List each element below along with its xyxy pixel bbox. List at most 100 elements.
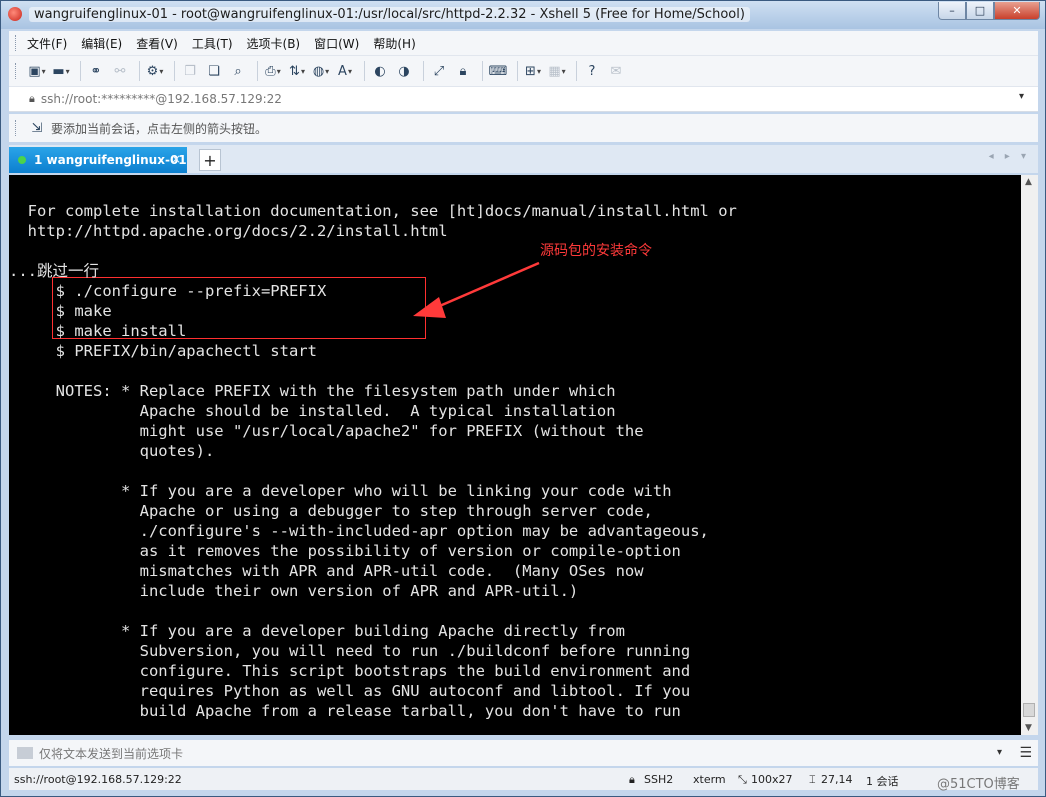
terminal-line: quotes). — [9, 442, 215, 460]
lock-icon: 🔒︎ — [629, 773, 635, 786]
menu-help[interactable]: 帮助(H) — [373, 35, 415, 52]
connect-icon[interactable]: ⚭ — [86, 61, 106, 81]
title-bar[interactable]: wangruifenglinux-01 - root@wangruifengli… — [1, 1, 1045, 29]
terminal-line: NOTES: * Replace PREFIX with the filesys… — [9, 382, 616, 400]
toolbar-separator — [517, 61, 518, 81]
arrow-icon[interactable]: ⇲ — [27, 118, 47, 138]
terminal[interactable]: 源码包的安装命令 For complete installation docum… — [9, 175, 1021, 735]
xftp-icon[interactable]: ◐ — [370, 61, 390, 81]
address-bar[interactable]: 🔒︎ ssh://root:*********@192.168.57.129:2… — [9, 87, 1038, 112]
help-icon[interactable]: ? — [582, 61, 602, 81]
terminal-line: $ make — [9, 302, 112, 320]
send-input[interactable]: 仅将文本发送到当前选项卡 — [39, 745, 183, 762]
tab-nav-icon[interactable]: ◂ ▸ ▾ — [989, 151, 1030, 162]
toolbar: ▣ ▬ ⚭ ⚯ ⚙ ❐ ❏ ⌕ ⎙ ⇅ ◍ A ◐ ◑ ⤢ 🔒︎ ⌨ ⊞ ▦ ?… — [9, 56, 1038, 87]
toolbar-separator — [257, 61, 258, 81]
lock-icon[interactable]: 🔒︎ — [453, 61, 473, 81]
toolbar-separator — [423, 61, 424, 81]
chevron-down-icon[interactable]: ▾ — [1019, 91, 1024, 102]
paste-icon[interactable]: ❏ — [204, 61, 224, 81]
status-cursor: 27,14 — [821, 773, 853, 786]
disconnect-icon[interactable]: ⚯ — [110, 61, 130, 81]
new-tab-button[interactable]: + — [199, 149, 221, 171]
resize-icon: ⤡ — [738, 773, 747, 786]
layout-icon[interactable]: ▦ — [547, 61, 567, 81]
status-connection: ssh://root@192.168.57.129:22 — [14, 773, 182, 786]
tab-label: 1 wangruifenglinux-01 — [34, 153, 187, 167]
menu-window[interactable]: 窗口(W) — [314, 35, 359, 52]
window-title: wangruifenglinux-01 - root@wangruifengli… — [29, 7, 750, 22]
scroll-up-icon[interactable]: ▲ — [1025, 177, 1032, 187]
fullscreen-icon[interactable]: ⤢ — [429, 61, 449, 81]
status-bar: ssh://root@192.168.57.129:22 🔒︎ SSH2 xte… — [9, 768, 1038, 792]
scroll-down-icon[interactable]: ▼ — [1025, 723, 1032, 733]
terminal-line: $ make install — [9, 322, 187, 340]
menu-tools[interactable]: 工具(T) — [192, 35, 233, 52]
xshell-window: wangruifenglinux-01 - root@wangruifengli… — [0, 0, 1046, 797]
hamburger-menu-icon[interactable]: ☰ — [1019, 745, 1032, 761]
status-protocol: SSH2 — [644, 773, 674, 786]
copy-icon[interactable]: ❐ — [180, 61, 200, 81]
toolbar-grip — [15, 63, 19, 79]
session-hint-bar: ⇲ 要添加当前会话，点击左侧的箭头按钮。 — [9, 114, 1038, 142]
new-session-icon[interactable]: ▣ — [27, 61, 47, 81]
terminal-line: Apache or using a debugger to step throu… — [9, 502, 653, 520]
print-icon[interactable]: ⎙ — [263, 61, 283, 81]
toolbar-separator — [174, 61, 175, 81]
terminal-line: Apache should be installed. A typical in… — [9, 402, 616, 420]
toolbar-separator — [364, 61, 365, 81]
terminal-line: requires Python as well as GNU autoconf … — [9, 682, 691, 700]
tab-close-icon[interactable]: × — [171, 152, 181, 166]
session-hint: 要添加当前会话，点击左侧的箭头按钮。 — [51, 121, 268, 136]
menu-edit[interactable]: 编辑(E) — [81, 35, 122, 52]
terminal-line: For complete installation documentation,… — [9, 202, 737, 220]
chat-icon[interactable]: ✉ — [606, 61, 626, 81]
lock-icon: 🔒︎ — [29, 92, 35, 105]
globe-icon[interactable]: ◍ — [311, 61, 331, 81]
status-sessions: 1 会话 — [866, 775, 899, 788]
terminal-line: as it removes the possibility of version… — [9, 542, 681, 560]
menu-view[interactable]: 查看(V) — [136, 35, 178, 52]
terminal-line: $ ./configure --prefix=PREFIX — [9, 282, 327, 300]
open-folder-icon[interactable]: ▬ — [51, 61, 71, 81]
watermark: @51CTO博客 — [937, 777, 1020, 792]
add-icon[interactable]: ⊞ — [523, 61, 543, 81]
menu-grip — [15, 35, 19, 51]
font-icon[interactable]: A — [335, 61, 355, 81]
xagent-icon[interactable]: ◑ — [394, 61, 414, 81]
tab-bar: 1 wangruifenglinux-01 × + ◂ ▸ ▾ — [9, 145, 1038, 173]
terminal-line: might use "/usr/local/apache2" for PREFI… — [9, 422, 644, 440]
menu-file[interactable]: 文件(F) — [27, 35, 67, 52]
window-controls: – □ ✕ — [938, 2, 1040, 20]
terminal-line: $ PREFIX/bin/apachectl start — [9, 342, 317, 360]
toolbar-separator — [576, 61, 577, 81]
chevron-down-icon[interactable]: ▾ — [997, 747, 1002, 758]
toolbar-separator — [482, 61, 483, 81]
close-button[interactable]: ✕ — [994, 2, 1040, 20]
terminal-line: Subversion, you will need to run ./build… — [9, 642, 691, 660]
terminal-line: ...跳过一行 — [9, 262, 99, 280]
terminal-scrollbar[interactable]: ▲ ▼ — [1021, 175, 1038, 735]
cursor-icon: ⌶ — [809, 773, 816, 786]
send-bar[interactable]: 仅将文本发送到当前选项卡 ▾ ☰ — [9, 740, 1038, 766]
send-icon — [17, 747, 33, 759]
scroll-thumb[interactable] — [1023, 703, 1035, 717]
minimize-button[interactable]: – — [938, 2, 966, 20]
terminal-line: http://httpd.apache.org/docs/2.2/install… — [9, 222, 448, 240]
keyboard-icon[interactable]: ⌨ — [488, 61, 508, 81]
terminal-line: * If you are a developer who will be lin… — [9, 482, 672, 500]
terminal-line: mismatches with APR and APR-util code. (… — [9, 562, 644, 580]
terminal-line: build Apache from a release tarball, you… — [9, 702, 681, 720]
toolbar-separator — [80, 61, 81, 81]
toolbar-separator — [139, 61, 140, 81]
transfer-icon[interactable]: ⇅ — [287, 61, 307, 81]
find-icon[interactable]: ⌕ — [228, 61, 248, 81]
tab-session[interactable]: 1 wangruifenglinux-01 × — [9, 147, 187, 173]
terminal-line: ./configure's --with-included-apr option… — [9, 522, 709, 540]
maximize-button[interactable]: □ — [966, 2, 994, 20]
hint-grip — [15, 120, 19, 136]
menu-tabs[interactable]: 选项卡(B) — [247, 35, 301, 52]
properties-icon[interactable]: ⚙ — [145, 61, 165, 81]
menu-bar: 文件(F) 编辑(E) 查看(V) 工具(T) 选项卡(B) 窗口(W) 帮助(… — [9, 31, 1038, 56]
terminal-line: * If you are a developer building Apache… — [9, 622, 625, 640]
